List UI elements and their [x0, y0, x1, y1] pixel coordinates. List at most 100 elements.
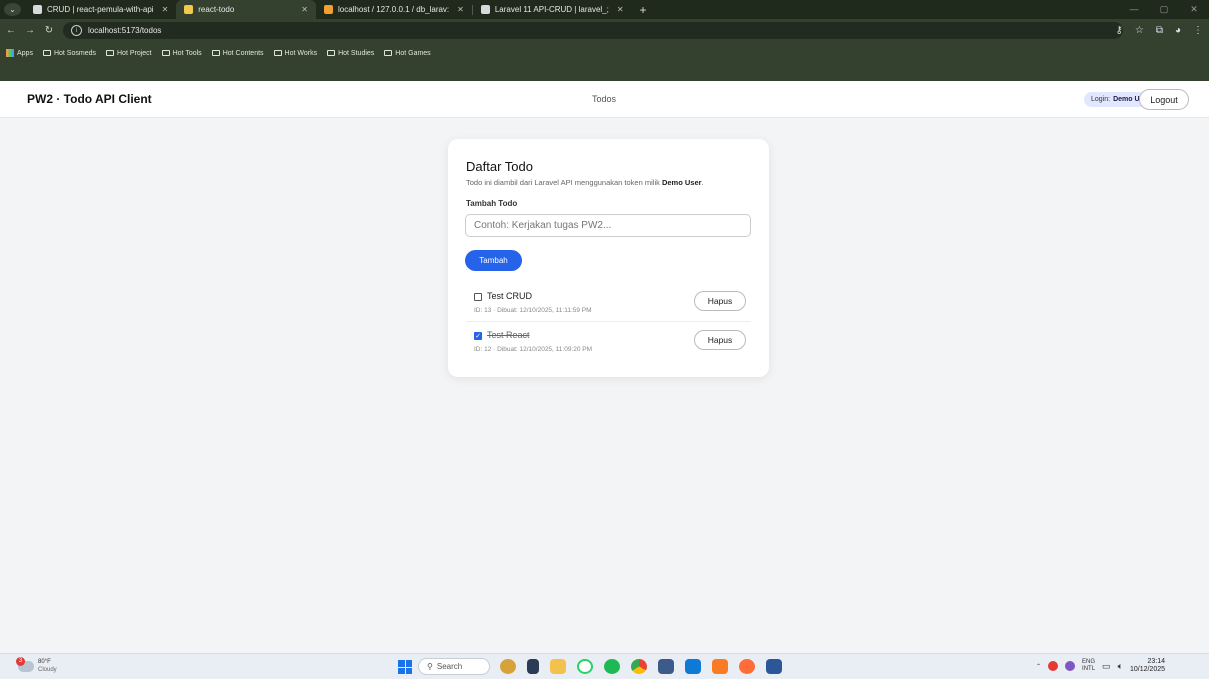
add-todo-button[interactable]: Tambah	[465, 250, 522, 271]
todo-title: Test CRUD	[487, 291, 533, 301]
address-bar-row: ← → ↻ i localhost:5173/todos ⚷ ☆ ⧉ ◕ ⋮	[0, 19, 1209, 42]
bookmark-star-icon[interactable]: ☆	[1135, 25, 1144, 36]
profile-icon[interactable]: ◕	[1175, 25, 1181, 36]
url-text: localhost:5173/todos	[88, 26, 162, 35]
delete-todo-button[interactable]: Hapus	[694, 330, 746, 350]
close-icon[interactable]: ✕	[301, 5, 308, 14]
tab-favicon-icon	[323, 5, 333, 14]
reload-icon[interactable]: ↻	[41, 25, 57, 36]
bookmark-hot-works[interactable]: Hot Works	[273, 50, 317, 57]
add-todo-label: Tambah Todo	[466, 199, 518, 208]
tab-favicon-icon	[184, 5, 194, 14]
browser-tab[interactable]: Laravel 11 API-CRUD | laravel_; ✕	[473, 0, 632, 19]
extensions-icon[interactable]: ⧉	[1156, 25, 1163, 36]
todo-checkbox-checked[interactable]: ✓	[474, 332, 482, 340]
new-tab-icon[interactable]: +	[640, 3, 647, 17]
folder-icon	[384, 50, 393, 56]
tray-app-icon[interactable]	[1048, 661, 1059, 671]
bookmark-hot-contents[interactable]: Hot Contents	[211, 50, 264, 57]
window-controls: — ▢ ✕	[1119, 0, 1209, 19]
card-title: Daftar Todo	[466, 159, 533, 174]
todo-title-input[interactable]	[465, 214, 751, 237]
chrome-icon[interactable]	[631, 659, 647, 674]
toolbar-icons: ⚷ ☆ ⧉ ◕ ⋮	[1116, 19, 1203, 42]
forward-icon[interactable]: →	[22, 25, 38, 36]
weather-desc: Cloudy	[38, 667, 57, 673]
notification-badge: 3	[16, 656, 25, 666]
vscode-icon[interactable]	[685, 659, 701, 674]
close-icon[interactable]: ✕	[617, 5, 624, 14]
bookmark-hot-games[interactable]: Hot Games	[384, 50, 431, 57]
menu-kebab-icon[interactable]: ⋮	[1193, 25, 1203, 36]
clock[interactable]: 23:14 10/12/2025	[1130, 658, 1165, 674]
tab-title: localhost / 127.0.0.1 / db_larav:	[337, 5, 450, 14]
taskbar-search[interactable]: ⚲ Search	[418, 658, 490, 675]
todo-item: ✓ Test React ID: 12 · Dibuat: 12/10/2025…	[466, 327, 751, 361]
tab-search-button[interactable]: ⌄	[4, 3, 21, 16]
whatsapp-icon[interactable]	[577, 659, 593, 674]
tray-app-icon[interactable]	[1065, 661, 1076, 671]
card-description-user: Demo User	[661, 178, 702, 187]
todo-checkbox[interactable]	[474, 293, 482, 301]
tab-favicon-icon	[480, 5, 490, 14]
close-icon[interactable]: ✕	[457, 5, 464, 14]
todo-meta: ID: 12 · Dibuat: 12/10/2025, 11:09:20 PM	[474, 346, 593, 353]
apps-grid-icon	[6, 49, 14, 57]
minimize-icon[interactable]: —	[1119, 0, 1149, 19]
search-icon: ⚲	[427, 662, 433, 671]
folder-icon	[211, 50, 220, 56]
system-tray: ⌃ ENG INTL ▭ 🔈︎ 23:14 10/12/2025	[1036, 658, 1165, 674]
task-view-icon[interactable]	[527, 659, 539, 674]
bookmark-hot-tools[interactable]: Hot Tools	[161, 50, 202, 57]
folder-icon	[42, 50, 51, 56]
bookmark-apps[interactable]: Apps	[6, 49, 33, 57]
folder-icon	[273, 50, 282, 56]
app-brand: PW2 · Todo API Client	[27, 92, 152, 106]
widget-app-icon[interactable]	[500, 659, 516, 674]
folder-icon	[327, 50, 336, 56]
card-description: Todo ini diambil dari Laravel API menggu…	[466, 178, 704, 187]
weather-widget[interactable]: 3 80°F Cloudy	[16, 656, 57, 674]
logout-button[interactable]: Logout	[1139, 89, 1189, 110]
word-icon[interactable]	[766, 659, 782, 674]
maximize-icon[interactable]: ▢	[1149, 0, 1179, 19]
delete-todo-button[interactable]: Hapus	[694, 291, 746, 311]
url-input[interactable]: i localhost:5173/todos	[63, 22, 1123, 39]
nav-link-todos[interactable]: Todos	[592, 94, 616, 104]
network-icon[interactable]: ▭	[1102, 661, 1111, 672]
browser-tab[interactable]: localhost / 127.0.0.1 / db_larav: ✕	[316, 0, 472, 19]
xampp-icon[interactable]	[712, 659, 728, 674]
browser-tab-active[interactable]: react-todo ✕	[176, 0, 316, 19]
browser-tab[interactable]: CRUD | react-pemula-with-api ✕	[25, 0, 176, 19]
language-indicator[interactable]: ENG INTL	[1082, 659, 1095, 673]
todo-item: Test CRUD ID: 13 · Dibuat: 12/10/2025, 1…	[466, 288, 751, 322]
browser-tab-bar: ⌄ CRUD | react-pemula-with-api ✕ react-t…	[0, 0, 1209, 19]
site-info-icon[interactable]: i	[71, 25, 82, 36]
password-key-icon[interactable]: ⚷	[1116, 25, 1123, 36]
todo-title: Test React	[487, 330, 530, 340]
cloud-icon: 3	[16, 656, 34, 672]
close-window-icon[interactable]: ✕	[1179, 0, 1209, 19]
folder-icon	[106, 50, 114, 56]
windows-start-icon[interactable]	[398, 660, 412, 674]
tab-title: CRUD | react-pemula-with-api	[47, 5, 154, 14]
app-header: PW2 · Todo API Client Todos Login: Demo …	[0, 81, 1209, 118]
chevron-up-icon[interactable]: ⌃	[1036, 663, 1041, 670]
back-icon[interactable]: ←	[3, 25, 19, 36]
todo-meta: ID: 13 · Dibuat: 12/10/2025, 11:11:59 PM	[474, 307, 592, 314]
mail-icon[interactable]	[658, 659, 674, 674]
close-icon[interactable]: ✕	[162, 5, 169, 14]
weather-temp: 80°F	[38, 659, 51, 665]
tab-favicon-icon	[33, 5, 42, 14]
postman-icon[interactable]	[739, 659, 755, 674]
tab-title: Laravel 11 API-CRUD | laravel_;	[494, 5, 609, 14]
taskbar: 3 80°F Cloudy ⚲ Search ⌃ ENG INTL ▭ 🔈︎ 23:…	[0, 653, 1209, 679]
spotify-icon[interactable]	[604, 659, 620, 674]
bookmark-hot-sosmeds[interactable]: Hot Sosmeds	[42, 50, 96, 57]
volume-icon[interactable]: 🔈︎	[1118, 661, 1123, 672]
bookmark-hot-project[interactable]: Hot Project	[106, 50, 152, 57]
file-explorer-icon[interactable]	[550, 659, 566, 674]
login-label: Login:	[1091, 96, 1111, 103]
folder-icon	[161, 50, 170, 56]
bookmark-hot-studies[interactable]: Hot Studies	[327, 50, 374, 57]
